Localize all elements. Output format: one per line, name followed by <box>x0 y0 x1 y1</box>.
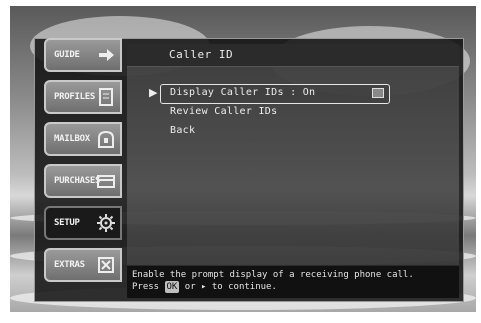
tab-purchases[interactable]: PURCHASES <box>44 164 122 198</box>
setup-icon <box>96 213 116 233</box>
help-line-1: Enable the prompt display of a receiving… <box>132 270 414 280</box>
ok-key-icon: OK <box>164 281 180 293</box>
page-title: Caller ID <box>169 48 234 61</box>
tab-label: GUIDE <box>54 50 80 60</box>
help-line-2: Press OK or ▸ to continue. <box>132 281 457 293</box>
document-icon <box>96 87 116 107</box>
purchases-icon <box>96 171 116 191</box>
tab-mailbox[interactable]: MAILBOX <box>44 122 122 156</box>
tab-label: SETUP <box>54 218 80 228</box>
arrow-right-icon <box>96 45 116 65</box>
help-prefix: Press <box>132 282 160 292</box>
tab-label: PROFILES <box>54 92 95 102</box>
menu-item-back[interactable]: Back <box>170 125 195 136</box>
mailbox-icon <box>96 129 116 149</box>
selection-pointer-icon: ▶ <box>149 86 158 99</box>
tab-guide[interactable]: GUIDE <box>44 38 122 72</box>
extras-icon <box>96 255 116 275</box>
tab-extras[interactable]: EXTRAS <box>44 248 122 282</box>
tab-label: EXTRAS <box>54 260 85 270</box>
tab-profiles[interactable]: PROFILES <box>44 80 122 114</box>
tab-label: PURCHASES <box>54 176 101 186</box>
menu-item-review-caller-ids[interactable]: Review Caller IDs <box>170 106 277 117</box>
help-text: Enable the prompt display of a receiving… <box>132 269 457 293</box>
tab-setup[interactable]: SETUP <box>44 206 122 240</box>
help-suffix: or ▸ to continue. <box>184 282 277 292</box>
tab-label: MAILBOX <box>54 134 90 144</box>
menu-item-display-caller-ids[interactable]: Display Caller IDs : On <box>170 87 315 98</box>
option-indicator-icon <box>372 88 384 98</box>
